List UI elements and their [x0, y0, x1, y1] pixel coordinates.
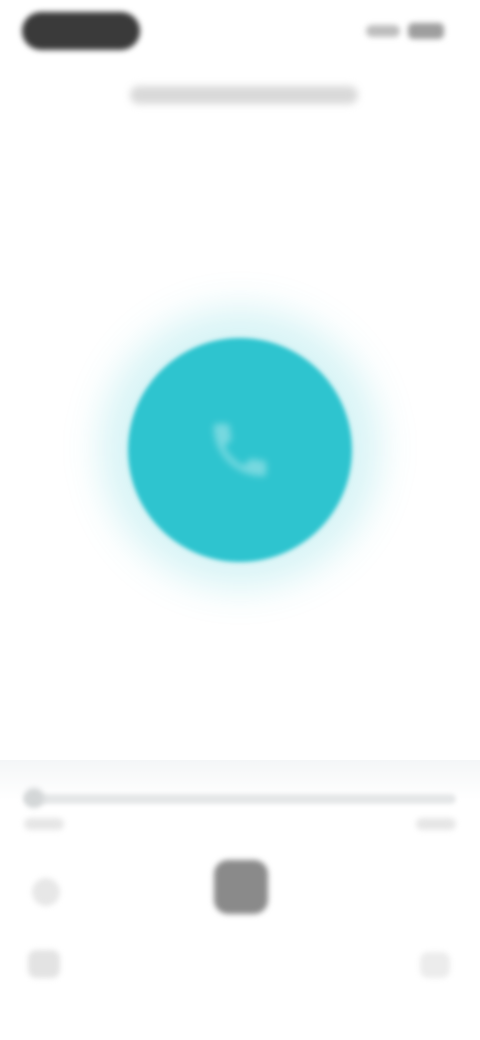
status-bar [0, 0, 480, 64]
call-button[interactable] [128, 338, 352, 562]
status-indicators [358, 22, 444, 40]
player-panel [0, 760, 480, 1040]
progress-track[interactable] [24, 794, 456, 804]
progress-knob[interactable] [24, 788, 44, 808]
play-button[interactable] [214, 860, 268, 914]
remaining-time [416, 818, 456, 830]
page-title [130, 86, 358, 104]
hero [100, 308, 380, 588]
app-screen [0, 0, 480, 1040]
status-pill [22, 12, 140, 50]
back-icon[interactable] [32, 878, 60, 906]
phone-icon [213, 423, 267, 477]
menu-icon[interactable] [28, 950, 60, 978]
elapsed-time [24, 818, 64, 830]
battery-icon [408, 23, 444, 39]
signal-icon [366, 25, 400, 37]
share-icon[interactable] [420, 952, 450, 978]
